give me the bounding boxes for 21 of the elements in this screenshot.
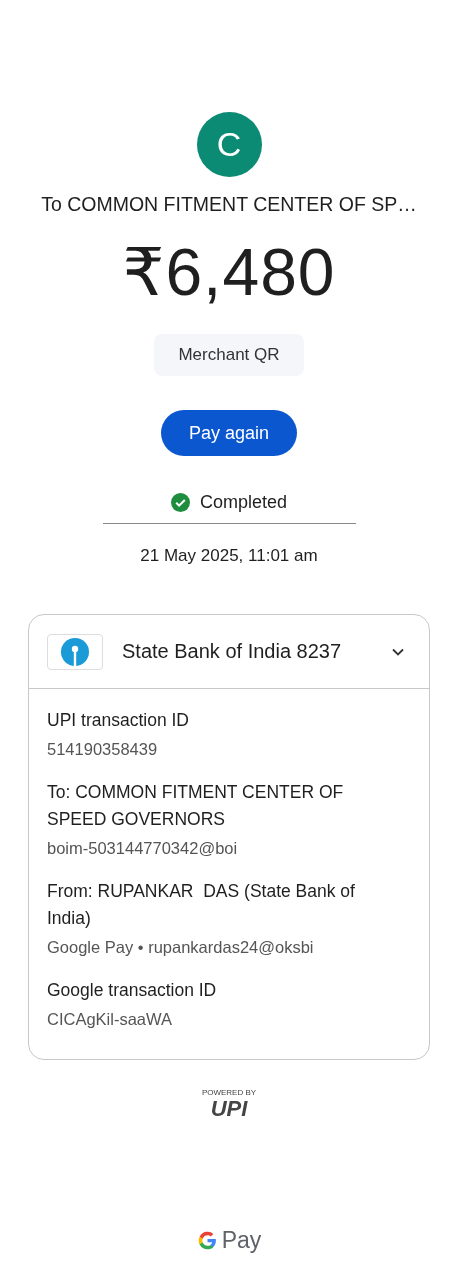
powered-by-caption: POWERED BY [201, 1088, 257, 1097]
upi-logo: UPI [210, 1097, 248, 1121]
amount: ₹6,480 [122, 234, 336, 311]
bank-account: State Bank of India 8237 [122, 640, 343, 663]
detail-label: From: RUPANKAR DAS (State Bank of India) [47, 880, 356, 930]
detail-label: Google transaction ID [47, 979, 218, 1002]
detail-value: boim-503144770342@boi [47, 839, 239, 858]
bank-logo-icon [47, 633, 103, 670]
pay-again-button[interactable]: Pay again [161, 410, 297, 456]
transaction-date: 21 May 2025, 11:01 am [140, 546, 318, 566]
detail-value: Google Pay • rupankardas24@oksbi [47, 938, 315, 957]
brand-name: Pay [221, 1227, 262, 1254]
payment-type-chip: Merchant QR [154, 334, 304, 376]
payee-name: To COMMON FITMENT CENTER OF SP… [41, 193, 417, 216]
detail-value: 514190358439 [47, 740, 159, 759]
status-label: Completed [199, 492, 287, 513]
detail-label: UPI transaction ID [47, 709, 190, 732]
detail-value: CICAgKil-saaWA [47, 1010, 173, 1029]
avatar: C [196, 112, 262, 177]
detail-label: To: COMMON FITMENT CENTER OF SPEED GOVERNORS [47, 781, 345, 831]
google-g-icon [196, 1230, 218, 1251]
